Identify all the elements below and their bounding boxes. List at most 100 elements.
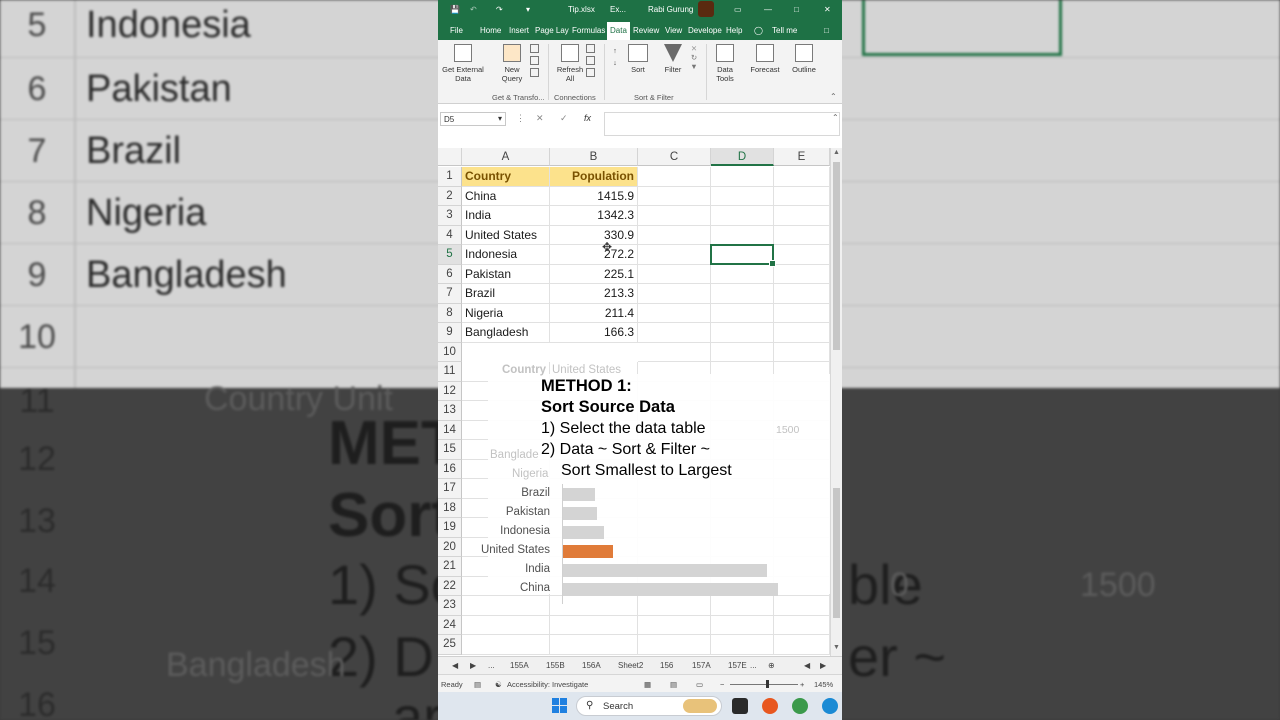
sort-button[interactable]: Sort [624,44,652,74]
table-cell-population[interactable]: 1342.3 [550,206,638,226]
formula-input[interactable] [604,112,840,136]
insert-function-icon[interactable]: fx [584,113,591,123]
empty-cell[interactable] [638,342,711,362]
empty-cell[interactable] [774,167,830,187]
normal-view-icon[interactable]: ▦ [644,680,651,689]
row-header[interactable]: 4 [438,225,462,245]
row-header[interactable]: 24 [438,615,462,635]
cancel-icon[interactable]: ✕ [536,113,544,124]
active-cell-d5[interactable] [710,244,776,267]
row-header[interactable]: 20 [438,537,462,557]
sort-ascending-icon[interactable]: ↑ [608,46,622,58]
empty-cell[interactable] [638,615,711,635]
table-cell-population[interactable]: 225.1 [550,264,638,284]
menu-view[interactable]: View [665,26,682,35]
row-header[interactable]: 25 [438,635,462,655]
table-cell-population[interactable]: 1415.9 [550,186,638,206]
sheet-tab[interactable]: 155A [510,661,529,670]
empty-cell[interactable] [774,615,830,635]
row-header[interactable]: 19 [438,518,462,538]
column-header-e[interactable]: E [774,148,830,166]
row-header[interactable]: 6 [438,264,462,284]
empty-cell[interactable] [638,596,711,616]
minimize-icon[interactable]: — [764,5,772,14]
empty-cell[interactable] [711,264,774,284]
sheet-tab-more[interactable]: ... [750,661,757,670]
table-cell-country[interactable]: China [462,186,550,206]
select-all-corner[interactable] [438,148,462,166]
empty-cell[interactable] [711,596,774,616]
row-header[interactable]: 22 [438,576,462,596]
row-header[interactable]: 17 [438,479,462,499]
enter-icon[interactable]: ✓ [560,113,568,124]
zoom-slider-thumb[interactable] [766,680,769,688]
worksheet-grid[interactable]: A B C D E 1 2 3 4 5 6 7 8 9 10 11 12 13 … [438,148,830,656]
scroll-left-icon[interactable]: ◀ [804,661,810,670]
menu-home[interactable]: Home [480,26,501,35]
sheet-tab[interactable]: 156A [582,661,601,670]
empty-cell[interactable] [711,167,774,187]
zoom-in-icon[interactable]: + [800,680,804,689]
empty-cell[interactable] [550,596,638,616]
data-tools-button[interactable]: Data Tools [708,44,742,83]
empty-cell[interactable] [638,284,711,304]
empty-cell[interactable] [774,342,830,362]
column-header-a[interactable]: A [462,148,550,166]
empty-cell[interactable] [774,284,830,304]
row-header[interactable]: 8 [438,303,462,323]
comments-icon[interactable]: □ [824,26,829,35]
empty-cell[interactable] [711,186,774,206]
table-cell-country[interactable]: Brazil [462,284,550,304]
empty-cell[interactable] [550,635,638,655]
table-cell-population[interactable]: 272.2 [550,245,638,265]
row-header[interactable]: 23 [438,596,462,616]
menu-insert[interactable]: Insert [509,26,529,35]
empty-cell[interactable] [774,206,830,226]
save-icon[interactable]: 💾 [450,5,460,14]
zoom-out-icon[interactable]: − [720,680,724,689]
scroll-up-icon[interactable]: ▲ [833,149,840,156]
undo-icon[interactable]: ↶ [470,5,477,14]
maximize-icon[interactable]: □ [794,5,799,14]
table-cell-country[interactable]: Indonesia [462,245,550,265]
empty-cell[interactable] [774,323,830,343]
chart-bar[interactable] [563,488,595,501]
add-sheet-icon[interactable]: ⊕ [768,661,775,670]
table-cell-country[interactable]: Pakistan [462,264,550,284]
firefox-icon[interactable] [762,698,778,714]
table-header-country[interactable]: Country [462,167,550,187]
row-header[interactable]: 2 [438,186,462,206]
reapply-icon[interactable]: ↻ [688,53,700,62]
row-header[interactable]: 16 [438,459,462,479]
accessibility-icon[interactable]: ☯ [495,680,502,689]
menu-file[interactable]: File [450,26,463,35]
table-cell-country[interactable]: India [462,206,550,226]
empty-cell[interactable] [711,323,774,343]
refresh-all-button[interactable]: Refresh All [552,44,588,83]
menu-developer[interactable]: Develope [688,26,722,35]
table-cell-country[interactable]: Bangladesh [462,323,550,343]
table-cell-population[interactable]: 211.4 [550,303,638,323]
row-header[interactable]: 12 [438,381,462,401]
menu-review[interactable]: Review [633,26,659,35]
ribbon-display-icon[interactable]: ▭ [734,5,742,14]
close-icon[interactable]: ✕ [824,5,831,14]
accessibility-status[interactable]: Accessibility: Investigate [507,680,588,689]
empty-cell[interactable] [711,615,774,635]
outline-button[interactable]: Outline [786,44,822,74]
sheet-tab[interactable]: Sheet2 [618,661,643,670]
row-header[interactable]: 5 [438,245,462,265]
empty-cell[interactable] [711,342,774,362]
row-header[interactable]: 11 [438,362,462,382]
empty-cell[interactable] [638,635,711,655]
table-cell-population[interactable]: 166.3 [550,323,638,343]
table-cell-population[interactable]: 213.3 [550,284,638,304]
next-sheet-icon[interactable]: ▶ [470,661,476,670]
row-header[interactable]: 15 [438,440,462,460]
empty-cell[interactable] [638,303,711,323]
empty-cell[interactable] [462,635,550,655]
table-cell-population[interactable]: 330.9 [550,225,638,245]
empty-cell[interactable] [638,245,711,265]
sheet-tab[interactable]: 156 [660,661,673,670]
page-layout-view-icon[interactable]: ▤ [670,680,677,689]
